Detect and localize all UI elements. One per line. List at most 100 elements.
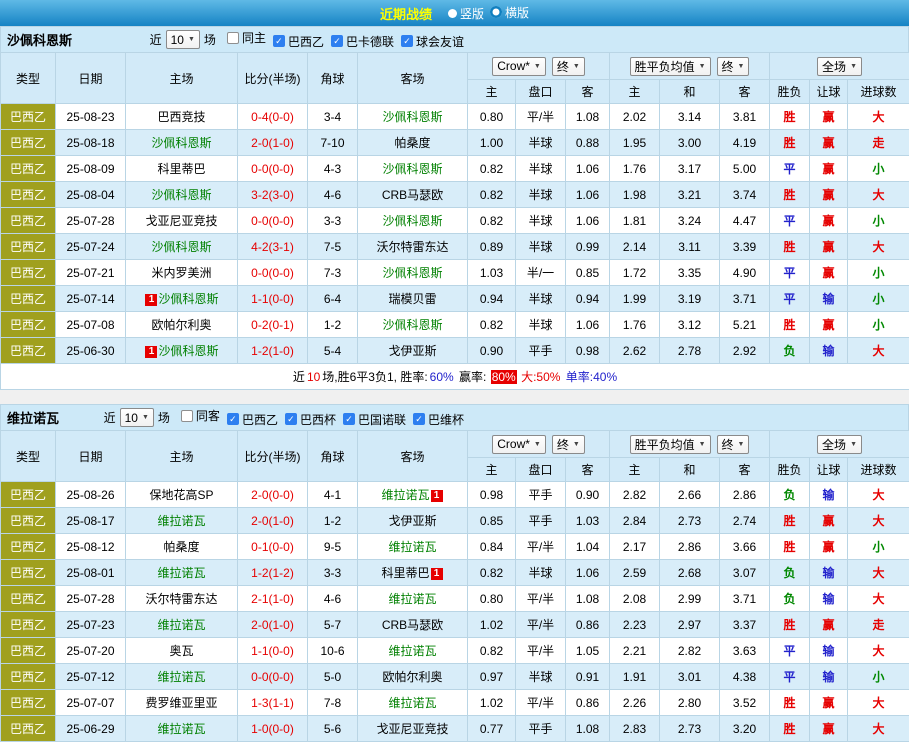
layout-radio[interactable]: 横版 [490,4,529,21]
league-cell: 巴西乙 [1,156,56,182]
sub-header-avg-away: 客 [720,458,770,482]
avg-draw-cell: 3.24 [660,208,720,234]
chevron-down-icon: ▼ [738,441,745,448]
avg-home-cell: 2.02 [610,104,660,130]
filter-checkbox[interactable]: 同客 [181,407,220,424]
result-cell: 平 [770,156,810,182]
odds-home-cell: 1.00 [468,130,516,156]
home-team-cell: 维拉诺瓦 [126,664,238,690]
away-team-cell: 科里蒂巴1 [358,560,468,586]
filter-checkbox[interactable]: ✓巴西乙 [227,411,278,428]
league-cell: 巴西乙 [1,482,56,508]
radio-icon[interactable] [490,6,502,18]
checkbox-icon[interactable]: ✓ [413,413,425,425]
chevron-down-icon: ▼ [738,63,745,70]
odds-state-select[interactable]: 终▼ [552,57,585,76]
avg-state-select[interactable]: 终▼ [717,57,750,76]
chevron-down-icon: ▼ [699,441,706,448]
avg-home-cell: 1.76 [610,312,660,338]
date-cell: 25-08-23 [56,104,126,130]
sub-header-handicap-result: 让球 [810,80,848,104]
filter-checkbox[interactable]: ✓巴西杯 [285,411,336,428]
checkbox-icon[interactable]: ✓ [401,35,413,47]
odds-home-cell: 0.84 [468,534,516,560]
team-name-header: 沙佩科恩斯 [7,30,72,49]
sub-header-result: 胜负 [770,80,810,104]
radio-icon[interactable] [448,9,457,18]
handicap-result-cell: 输 [810,560,848,586]
red-card-badge: 1 [145,294,157,306]
checkbox-icon[interactable]: ✓ [273,35,285,47]
home-team-cell: 米内罗美洲 [126,260,238,286]
odds-away-cell: 1.06 [566,560,610,586]
checkbox-icon[interactable]: ✓ [285,413,297,425]
odds-company-select[interactable]: Crow*▼ [492,57,546,76]
team-name: CRB马瑟欧 [382,188,443,202]
league-cell: 巴西乙 [1,104,56,130]
red-card-badge: 1 [145,346,157,358]
odds-handicap-cell: 平手 [516,716,566,742]
corners-cell: 3-3 [308,208,358,234]
score-cell: 0-2(0-1) [238,312,308,338]
page-title: 近期战绩 [380,4,432,23]
result-cell: 平 [770,664,810,690]
odds-state-select[interactable]: 终▼ [552,435,585,454]
team-name: 沙佩科恩斯 [151,240,211,254]
avg-type-select[interactable]: 胜平负均值▼ [630,435,711,454]
date-cell: 25-08-17 [56,508,126,534]
col-header-corners: 角球 [308,431,358,482]
summary-segment: 80% [491,370,517,384]
filter-checkbox[interactable]: ✓巴维杯 [413,411,464,428]
corners-cell: 3-3 [308,560,358,586]
filter-checkbox[interactable]: ✓巴西乙 [273,33,324,50]
checkbox-icon[interactable]: ✓ [227,413,239,425]
avg-home-cell: 2.08 [610,586,660,612]
team-name: 欧帕尔利奥 [151,318,211,332]
team-name: 沙佩科恩斯 [382,214,442,228]
odds-controls: Crow*▼ 终▼ [468,431,610,458]
scope-select[interactable]: 全场▼ [817,57,862,76]
team-name: 戈亚尼亚竞技 [376,722,448,736]
team-name: 米内罗美洲 [151,266,211,280]
corners-cell: 5-7 [308,612,358,638]
checkbox-icon[interactable]: ✓ [331,35,343,47]
team-name: CRB马瑟欧 [382,618,443,632]
team-name: 帕桑度 [163,540,199,554]
odds-company-select[interactable]: Crow*▼ [492,435,546,454]
col-header-type: 类型 [1,53,56,104]
red-card-badge: 1 [431,490,443,502]
filter-checkbox[interactable]: 同主 [227,29,266,46]
date-cell: 25-07-12 [56,664,126,690]
corners-cell: 4-3 [308,156,358,182]
avg-state-select[interactable]: 终▼ [717,435,750,454]
avg-draw-cell: 2.66 [660,482,720,508]
checkbox-icon[interactable]: ✓ [343,413,355,425]
handicap-result-cell: 输 [810,286,848,312]
recent-count-select[interactable]: 10▼ [120,408,154,427]
league-cell: 巴西乙 [1,716,56,742]
odds-home-cell: 1.02 [468,690,516,716]
goals-result-cell: 大 [848,104,909,130]
layout-radio[interactable]: 竖版 [448,5,484,22]
checkbox-icon[interactable] [227,32,239,44]
filter-checkbox[interactable]: ✓巴国诺联 [343,411,406,428]
scope-select[interactable]: 全场▼ [817,435,862,454]
home-team-cell: 帕桑度 [126,534,238,560]
away-team-cell: 维拉诺瓦 [358,586,468,612]
avg-away-cell: 3.63 [720,638,770,664]
goals-result-cell: 大 [848,690,909,716]
home-team-cell: 沙佩科恩斯 [126,182,238,208]
filter-checkbox[interactable]: ✓巴卡德联 [331,33,394,50]
scope-controls: 全场▼ [770,53,909,80]
avg-draw-cell: 2.73 [660,508,720,534]
filter-checkbox[interactable]: ✓球会友谊 [401,33,464,50]
recent-count-select[interactable]: 10▼ [166,30,200,49]
odds-handicap-cell: 平手 [516,508,566,534]
checkbox-icon[interactable] [181,410,193,422]
avg-type-select[interactable]: 胜平负均值▼ [630,57,711,76]
avg-home-cell: 2.14 [610,234,660,260]
avg-draw-cell: 2.99 [660,586,720,612]
odds-home-cell: 1.03 [468,260,516,286]
handicap-result-cell: 赢 [810,182,848,208]
corners-cell: 4-6 [308,586,358,612]
